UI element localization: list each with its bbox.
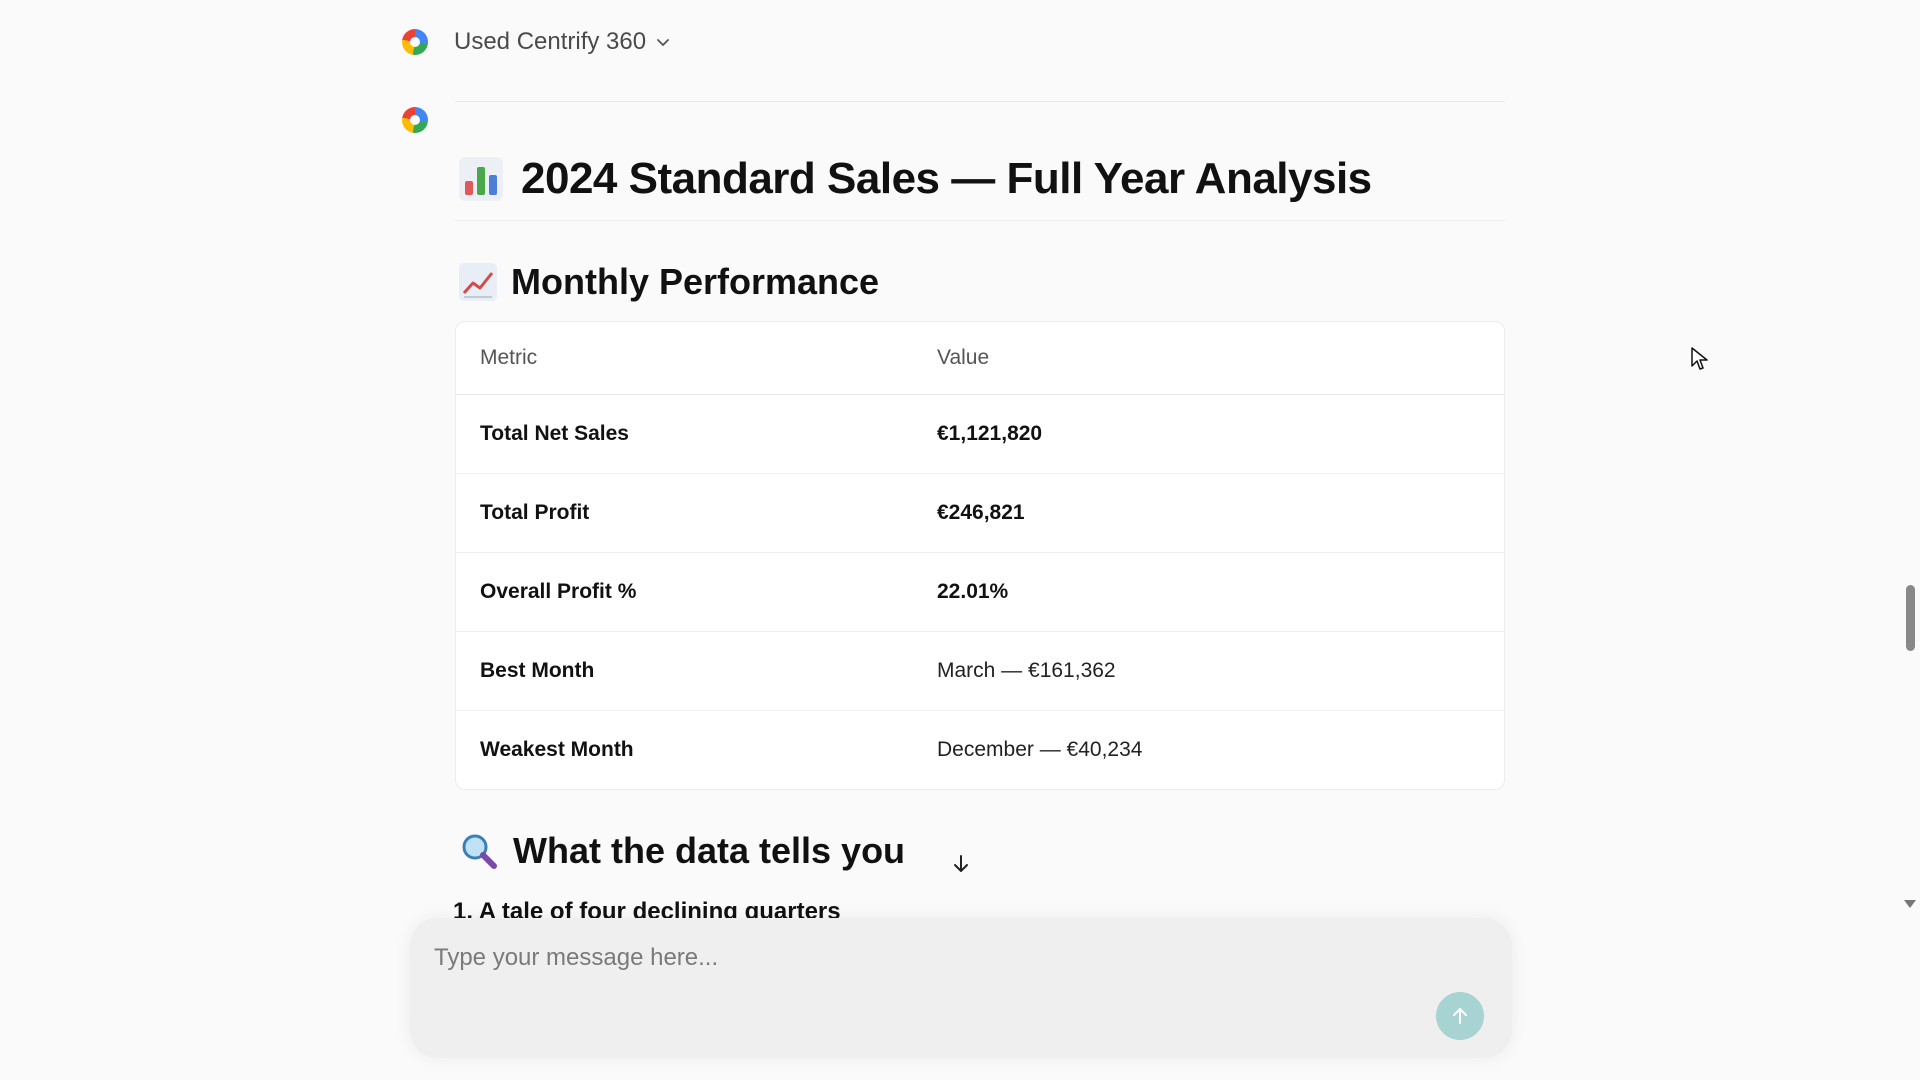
table-row: Total Profit €246,821 [456, 473, 1504, 553]
model-bar: Used Centrify 360 [402, 28, 670, 56]
value-cell: March — €161,362 [913, 631, 1504, 711]
value-cell: 22.01% [913, 552, 1504, 632]
section-heading-text: Monthly Performance [511, 261, 880, 302]
message-composer [410, 918, 1512, 1058]
arrow-up-icon [1453, 1008, 1467, 1024]
scroll-to-bottom-button[interactable] [932, 840, 990, 888]
value-cell: December — €40,234 [937, 737, 1143, 761]
model-name: Used Centrify 360 [454, 28, 647, 55]
metric-cell: Weakest Month [480, 737, 634, 761]
section-heading-monthly: Monthly Performance [455, 261, 1505, 303]
table-header-row: Metric Value [456, 322, 1504, 395]
bar-chart-emoji-icon [459, 157, 503, 201]
message-title-text: 2024 Standard Sales — Full Year Analysis [521, 154, 1372, 203]
value-cell: €1,121,820 [913, 394, 1504, 474]
centrify-logo-icon [402, 29, 428, 55]
send-button[interactable] [1436, 992, 1484, 1040]
arrow-down-icon [954, 855, 968, 872]
message-input[interactable] [434, 938, 1334, 978]
table-row: Overall Profit % 22.01% [456, 552, 1504, 632]
chart-increasing-emoji-icon [459, 263, 497, 301]
column-header-metric: Metric [456, 322, 913, 395]
table-row: Weakest Month December — €40,234 [456, 710, 1504, 789]
mouse-cursor-icon [1691, 347, 1708, 370]
subheading-partial: 1. A tale of four declining quarters [453, 898, 841, 918]
section-heading-text: What the data tells you [513, 830, 906, 871]
column-header-value: Value [913, 322, 1504, 395]
scrollbar-thumb[interactable] [1906, 585, 1915, 651]
table-row: Best Month March — €161,362 [456, 631, 1504, 711]
metrics-table: Metric Value Total Net Sales €1,121,820 … [455, 321, 1505, 790]
assistant-message: 2024 Standard Sales — Full Year Analysis… [455, 140, 1505, 872]
metric-cell: Best Month [456, 631, 913, 711]
value-cell: €246,821 [913, 473, 1504, 553]
scroll-down-arrow-icon[interactable] [1904, 900, 1916, 908]
table-row: Total Net Sales €1,121,820 [456, 394, 1504, 474]
metric-cell: Overall Profit % [456, 552, 913, 632]
metric-cell: Total Net Sales [456, 394, 913, 474]
assistant-avatar-icon [402, 107, 428, 133]
metric-cell: Total Profit [456, 473, 913, 553]
magnifying-glass-emoji-icon [459, 831, 499, 871]
message-title: 2024 Standard Sales — Full Year Analysis [455, 140, 1505, 221]
header-divider [455, 101, 1505, 102]
model-selector[interactable]: Used Centrify 360 [454, 28, 670, 56]
chevron-down-icon [657, 39, 669, 47]
